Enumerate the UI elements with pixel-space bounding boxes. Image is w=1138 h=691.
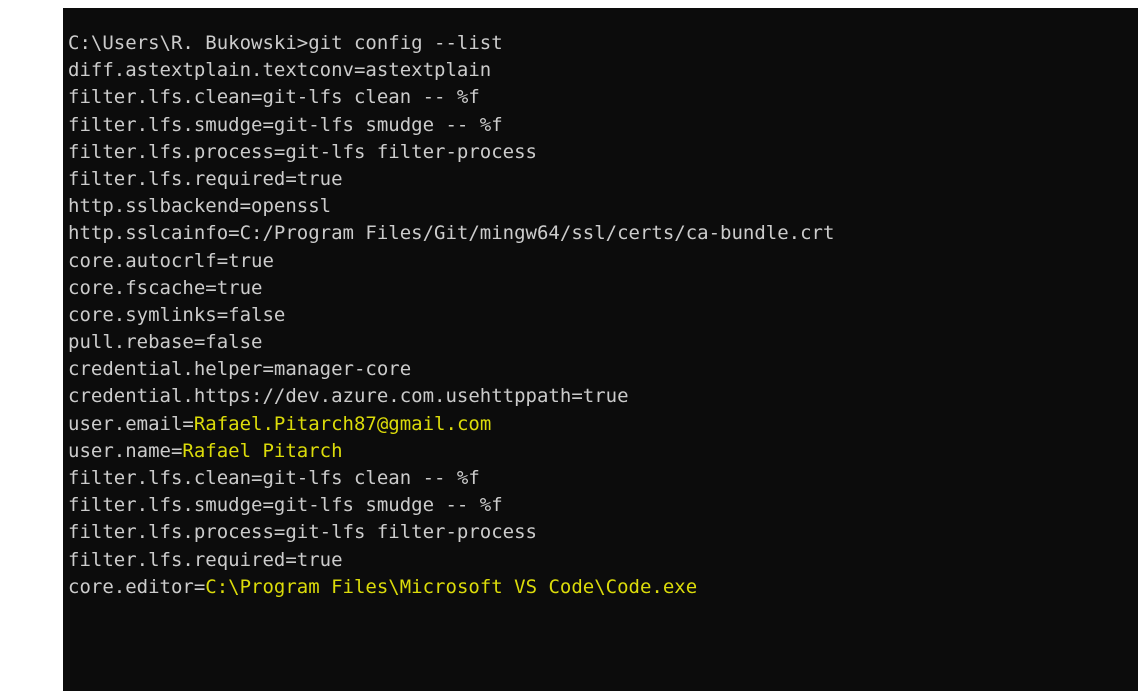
output-line: core.fscache=true [68, 276, 263, 299]
output-line: filter.lfs.clean=git-lfs clean -- %f [68, 86, 480, 109]
output-line: filter.lfs.smudge=git-lfs smudge -- %f [68, 113, 503, 136]
output-line: filter.lfs.process=git-lfs filter-proces… [68, 521, 537, 544]
command-text: git config --list [308, 32, 503, 54]
output-line: filter.lfs.required=true [68, 548, 343, 571]
output-line: core.autocrlf=true [68, 249, 274, 272]
output-line: pull.rebase=false [68, 331, 263, 354]
config-value-highlight: C:\Program Files\Microsoft VS Code\Code.… [205, 575, 698, 598]
output-line: filter.lfs.clean=git-lfs clean -- %f [68, 467, 480, 489]
config-key: user.name= [68, 439, 183, 462]
output-line: diff.astextplain.textconv=astextplain [68, 59, 492, 82]
output-line: filter.lfs.process=git-lfs filter-proces… [68, 140, 537, 163]
terminal-window[interactable]: C:\Users\R. Bukowski>git config --list d… [63, 8, 1138, 691]
command-prompt: C:\Users\R. Bukowski> [68, 32, 309, 54]
output-line: core.symlinks=false [68, 303, 286, 326]
output-line: http.sslbackend=openssl [68, 195, 332, 218]
output-line-user-name: user.name=Rafael Pitarch [68, 438, 834, 465]
output-line: credential.helper=manager-core [68, 358, 412, 381]
output-line-core-editor: core.editor=C:\Program Files\Microsoft V… [68, 574, 834, 601]
config-key: core.editor= [68, 575, 206, 598]
output-line: filter.lfs.smudge=git-lfs smudge -- %f [68, 494, 503, 517]
screenshot-page: C:\Users\R. Bukowski>git config --list d… [0, 0, 1138, 691]
output-line-user-email: user.email=Rafael.Pitarch87@gmail.com [68, 411, 834, 438]
output-line: filter.lfs.required=true [68, 167, 343, 190]
config-value-highlight: Rafael Pitarch [182, 439, 343, 462]
command-line: C:\Users\R. Bukowski>git config --list [68, 30, 834, 57]
output-line: credential.https://dev.azure.com.usehttp… [68, 385, 629, 408]
config-key: user.email= [68, 412, 194, 435]
output-line: http.sslcainfo=C:/Program Files/Git/ming… [68, 222, 835, 245]
config-value-highlight: Rafael.Pitarch87@gmail.com [193, 412, 492, 435]
terminal-output: C:\Users\R. Bukowski>git config --list d… [68, 30, 834, 601]
